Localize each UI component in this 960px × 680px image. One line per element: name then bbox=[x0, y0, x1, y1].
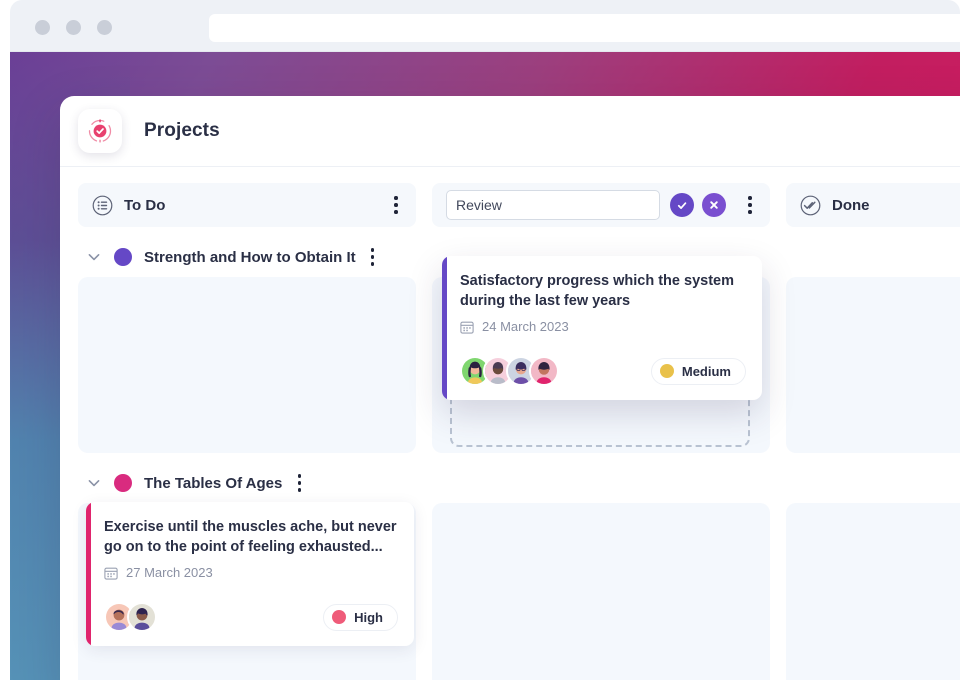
priority-label: Medium bbox=[681, 363, 731, 379]
board-column-review-menu-button[interactable] bbox=[742, 195, 758, 215]
priority-dot bbox=[332, 610, 347, 625]
dropzone-tables-review[interactable] bbox=[432, 503, 770, 680]
priority-badge: High bbox=[323, 603, 398, 631]
task-card-date-text: 24 March 2023 bbox=[482, 319, 569, 335]
swimlane-strength-menu-button[interactable] bbox=[365, 247, 381, 267]
board-column-done-label: Done bbox=[832, 196, 870, 214]
chevron-down-icon[interactable] bbox=[86, 249, 102, 265]
swimlane-title: The Tables Of Ages bbox=[144, 474, 283, 492]
board-column-done[interactable]: Done bbox=[786, 183, 960, 227]
close-icon bbox=[710, 201, 718, 209]
window-maximize-icon[interactable] bbox=[97, 20, 112, 35]
window-close-icon[interactable] bbox=[35, 20, 50, 35]
page-title: Projects bbox=[144, 120, 220, 141]
priority-badge: Medium bbox=[650, 357, 746, 385]
calendar-icon bbox=[460, 321, 474, 334]
task-card-assignees bbox=[104, 602, 157, 633]
board-column-todo-label: To Do bbox=[124, 196, 166, 214]
window-traffic-lights bbox=[35, 20, 112, 35]
avatar-image bbox=[129, 604, 155, 631]
board-column-todo-menu-button[interactable] bbox=[388, 195, 404, 215]
swimlane-header-tables[interactable]: The Tables Of Ages bbox=[78, 463, 960, 503]
avatar-image bbox=[531, 358, 557, 385]
window-minimize-icon[interactable] bbox=[66, 20, 81, 35]
column-name-input[interactable] bbox=[446, 190, 660, 220]
task-card-title: Satisfactory progress which the system d… bbox=[460, 273, 734, 309]
swimlane-title: Strength and How to Obtain It bbox=[144, 248, 356, 266]
task-card-due-date: 27 March 2023 bbox=[104, 565, 398, 580]
app-logo bbox=[78, 109, 122, 153]
task-card-date-text: 27 March 2023 bbox=[126, 565, 213, 581]
dropzone-strength-done[interactable] bbox=[786, 277, 960, 453]
board-column-review[interactable] bbox=[432, 183, 770, 227]
dropzone-strength-todo[interactable] bbox=[78, 277, 416, 453]
swimlane-color-dot bbox=[114, 248, 132, 266]
task-card-due-date: 24 March 2023 bbox=[460, 319, 746, 334]
dropzone-tables-done[interactable] bbox=[786, 503, 960, 680]
column-name-cancel-button[interactable] bbox=[702, 193, 726, 217]
target-check-icon bbox=[88, 119, 112, 143]
browser-chrome bbox=[10, 0, 960, 52]
task-card[interactable]: Exercise until the muscles ache, but nev… bbox=[86, 502, 414, 647]
list-circle-icon bbox=[92, 195, 113, 215]
task-card-dragging[interactable]: Satisfactory progress which the system d… bbox=[442, 256, 762, 401]
address-bar[interactable] bbox=[209, 14, 960, 42]
task-card-footer: High bbox=[104, 602, 398, 633]
swimlane-color-dot bbox=[114, 474, 132, 492]
priority-label: High bbox=[354, 609, 383, 625]
double-check-circle-icon bbox=[800, 195, 821, 215]
column-name-confirm-button[interactable] bbox=[670, 193, 694, 217]
avatar[interactable] bbox=[529, 356, 559, 387]
swimlane-tables-menu-button[interactable] bbox=[291, 473, 307, 493]
check-icon bbox=[677, 201, 687, 209]
board-column-todo[interactable]: To Do bbox=[78, 183, 416, 227]
app-root: Projects To Do Review Done Strength and … bbox=[0, 0, 960, 680]
chevron-down-icon[interactable] bbox=[86, 475, 102, 491]
priority-dot bbox=[659, 364, 674, 379]
app-header: Projects bbox=[60, 96, 960, 167]
board-column-headers: To Do Review Done bbox=[78, 183, 960, 227]
task-card-assignees bbox=[460, 356, 559, 387]
calendar-icon bbox=[104, 567, 118, 580]
task-card-title: Exercise until the muscles ache, but nev… bbox=[104, 519, 397, 555]
task-card-footer: Medium bbox=[460, 356, 746, 387]
avatar[interactable] bbox=[127, 602, 157, 633]
